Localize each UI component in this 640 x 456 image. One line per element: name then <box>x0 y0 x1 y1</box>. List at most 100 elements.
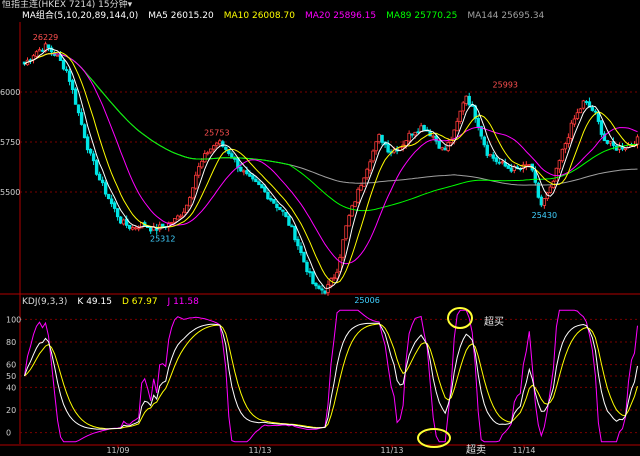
candle-body <box>118 216 123 224</box>
candle-body <box>40 49 45 52</box>
candle-body <box>191 187 195 199</box>
candle-body <box>194 174 198 189</box>
candle-body <box>281 209 285 212</box>
candle-body <box>605 140 610 144</box>
candle-body <box>61 60 66 70</box>
candle-body <box>482 136 486 146</box>
candle-body <box>548 186 553 193</box>
candle-body <box>593 110 598 113</box>
candle-body <box>623 147 628 150</box>
candle-body <box>527 164 532 167</box>
candle-body <box>308 271 312 274</box>
kdj-title: KDJ(9,3,3) <box>22 297 68 307</box>
candle-body <box>443 147 447 151</box>
candle-body <box>296 238 300 247</box>
candle-body <box>590 107 595 111</box>
price-tick-label: 5500 <box>0 188 20 197</box>
candle-body <box>73 88 78 105</box>
candle-body <box>67 70 72 82</box>
candle-body <box>464 95 468 104</box>
kdj-tick-label: 50 <box>6 372 16 381</box>
price-tick-label: 6000 <box>0 88 20 97</box>
price-annotation: 25312 <box>150 235 175 244</box>
candle-body <box>197 166 201 176</box>
candle-body <box>467 95 471 106</box>
price-annotation: 25993 <box>493 80 518 89</box>
price-annotation: 25006 <box>354 296 379 305</box>
candle-body <box>413 131 417 136</box>
candle-body <box>37 49 42 52</box>
candle-body <box>506 165 510 169</box>
time-tick-label: 11/13 <box>248 446 271 454</box>
candle-body <box>161 223 165 228</box>
candle-body <box>115 208 120 218</box>
candle-body <box>458 110 462 123</box>
candle-body <box>248 173 252 177</box>
candle-body <box>578 108 583 114</box>
candle-body <box>317 285 321 289</box>
candle-body <box>569 122 574 139</box>
candle-body <box>344 225 348 240</box>
candle-body <box>275 203 279 208</box>
candle-body <box>407 132 411 142</box>
chart-svg: 6000 5750 5500 100 80 60 50 40 20 0 11/09 11/13 11/1… <box>0 22 640 454</box>
candle-body <box>94 160 99 175</box>
ma-legend: MA组合(5,10,20,89,144,0) MA5 26015.20 MA10… <box>22 11 544 22</box>
candle-body <box>581 100 586 109</box>
candle-body <box>170 222 174 224</box>
candle-body <box>368 161 372 171</box>
candle-body <box>106 193 111 200</box>
kdj-tick-label: 100 <box>6 315 21 324</box>
candle-body <box>557 160 562 170</box>
ma-layer <box>24 48 638 289</box>
chart-title: 恒指主连(HKEX 7214) 15分钟▾ <box>2 0 133 10</box>
price-tick-label: 5750 <box>0 138 20 147</box>
candle-body <box>188 197 192 207</box>
ma89-line <box>24 53 638 212</box>
candle-body <box>599 120 604 135</box>
candle-body <box>200 160 204 168</box>
candle-body <box>323 290 327 294</box>
candle-body <box>109 198 114 205</box>
candle-body <box>422 124 426 131</box>
candle-body <box>251 175 255 180</box>
kdj-tick-label: 80 <box>6 338 16 347</box>
candle-body <box>149 227 153 232</box>
candle-body <box>314 282 318 287</box>
candle-body <box>85 136 90 151</box>
candle-body <box>100 179 105 184</box>
candle-body <box>311 271 315 285</box>
candle-body <box>206 152 210 155</box>
candle-body <box>488 154 492 157</box>
candle-body <box>380 134 384 143</box>
candle-body <box>130 227 135 230</box>
candle-body <box>55 54 60 57</box>
candle-body <box>500 161 504 164</box>
candle-body <box>46 44 51 49</box>
candle-body <box>76 104 81 114</box>
candle-body <box>371 150 375 162</box>
candle-body <box>302 251 306 263</box>
legend-ma89: MA89 25770.25 <box>386 11 458 21</box>
candle-body <box>269 197 273 201</box>
kdj-tick-label: 20 <box>6 406 16 415</box>
candle-body <box>356 188 360 203</box>
candle-body <box>254 178 258 183</box>
candle-body <box>287 216 291 226</box>
candle-body <box>127 224 132 229</box>
candle-body <box>284 211 288 217</box>
ma144-line <box>24 53 638 186</box>
candle-body <box>374 141 378 152</box>
candle-body <box>64 69 69 71</box>
candle-body <box>278 206 282 211</box>
candle-body <box>377 134 381 143</box>
candle-body <box>70 80 75 91</box>
candle-body <box>335 271 339 279</box>
candle-body <box>455 121 459 132</box>
candle-body <box>260 184 264 189</box>
kdj-tick-label: 60 <box>6 361 16 370</box>
candle-body <box>34 51 39 57</box>
candle-body <box>185 204 189 213</box>
candle-body <box>350 205 354 217</box>
time-tick-label: 11/09 <box>106 446 129 454</box>
